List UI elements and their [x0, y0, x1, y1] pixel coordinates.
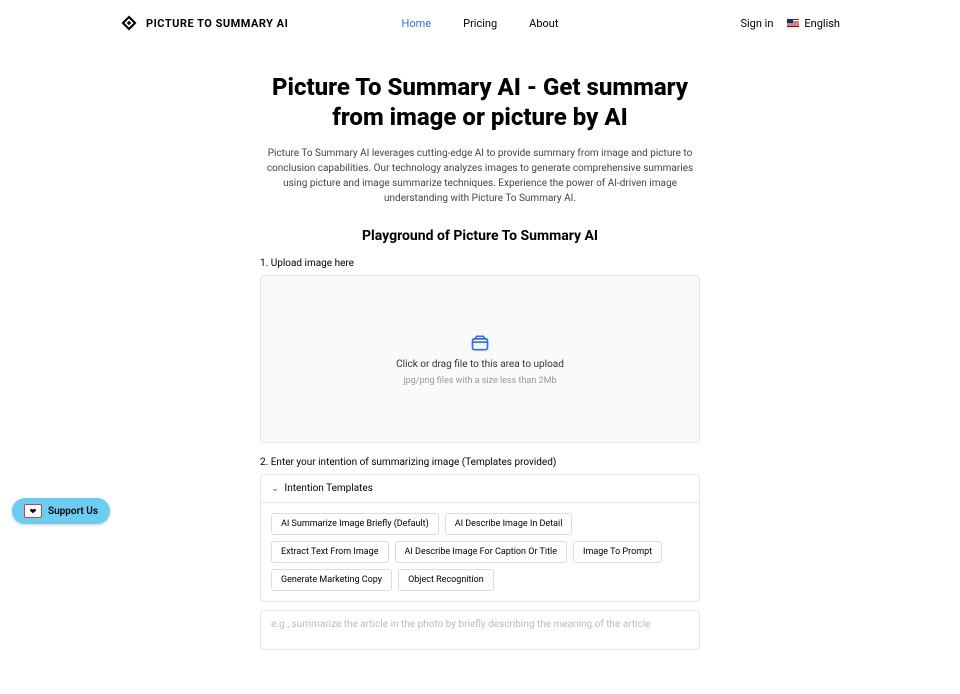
flag-icon: [787, 19, 799, 28]
template-chip[interactable]: Extract Text From Image: [271, 541, 389, 563]
chevron-down-icon: ⌄: [271, 484, 279, 494]
nav-about[interactable]: About: [529, 17, 558, 30]
templates-panel: ⌄ Intention Templates AI Summarize Image…: [260, 474, 700, 602]
language-selector[interactable]: English: [787, 17, 840, 30]
nav: Home Pricing About: [402, 17, 559, 30]
upload-text: Click or drag file to this area to uploa…: [396, 359, 564, 370]
main-content: Picture To Summary AI - Get summary from…: [250, 72, 710, 694]
templates-title: Intention Templates: [285, 483, 373, 494]
nav-home[interactable]: Home: [402, 17, 432, 30]
templates-toggle[interactable]: ⌄ Intention Templates: [261, 475, 699, 503]
logo[interactable]: PICTURE TO SUMMARY AI: [120, 14, 288, 32]
hero-title: Picture To Summary AI - Get summary from…: [260, 72, 700, 132]
upload-hint: jpg/png files with a size less than 2Mb: [403, 376, 556, 386]
upload-icon: [470, 333, 490, 353]
header: PICTURE TO SUMMARY AI Home Pricing About…: [0, 0, 960, 46]
template-chip[interactable]: AI Summarize Image Briefly (Default): [271, 513, 439, 535]
templates-list: AI Summarize Image Briefly (Default) AI …: [261, 503, 699, 601]
heart-icon: ❤: [24, 504, 42, 518]
template-chip[interactable]: Image To Prompt: [573, 541, 662, 563]
support-button[interactable]: ❤ Support Us: [12, 498, 110, 524]
nav-pricing[interactable]: Pricing: [463, 17, 497, 30]
step2-label: 2. Enter your intention of summarizing i…: [260, 457, 700, 468]
template-chip[interactable]: Generate Marketing Copy: [271, 569, 392, 591]
sign-in-link[interactable]: Sign in: [740, 17, 773, 30]
playground-title: Playground of Picture To Summary AI: [260, 228, 700, 244]
hero-description: Picture To Summary AI leverages cutting-…: [260, 146, 700, 206]
step1-label: 1. Upload image here: [260, 258, 700, 269]
language-label: English: [804, 17, 840, 30]
template-chip[interactable]: AI Describe Image For Caption Or Title: [395, 541, 568, 563]
logo-icon: [120, 14, 138, 32]
intention-input[interactable]: [260, 610, 700, 650]
template-chip[interactable]: AI Describe Image In Detail: [445, 513, 573, 535]
upload-zone[interactable]: Click or drag file to this area to uploa…: [260, 275, 700, 443]
template-chip[interactable]: Object Recognition: [398, 569, 494, 591]
logo-text: PICTURE TO SUMMARY AI: [146, 17, 288, 30]
header-right: Sign in English: [740, 17, 840, 30]
support-label: Support Us: [48, 506, 98, 517]
